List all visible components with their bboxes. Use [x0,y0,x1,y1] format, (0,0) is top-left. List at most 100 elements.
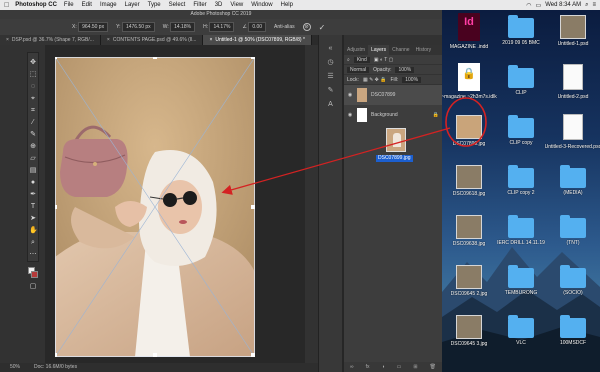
menu-file[interactable]: File [64,2,74,8]
canvas-photo[interactable] [55,57,255,357]
menu-image[interactable]: Image [100,2,117,8]
dodge-tool-icon[interactable]: ● [29,179,37,187]
menu-window[interactable]: Window [251,2,272,8]
app-menu[interactable]: Photoshop CC [15,2,57,8]
link-layers-icon[interactable]: ∞ [350,364,354,370]
quick-select-tool-icon[interactable]: ⌖ [29,95,37,103]
delete-layer-icon[interactable]: 🗑 [430,364,436,370]
x-field[interactable]: X: 964.50 px [72,22,109,32]
screen-mode-icon[interactable]: ▢ [29,283,37,291]
eraser-tool-icon[interactable]: ▱ [29,155,37,163]
panel-tab-history[interactable]: History [413,45,435,55]
pen-tool-icon[interactable]: ✒ [29,191,37,199]
menu-select[interactable]: Select [169,2,186,8]
apple-menu-icon[interactable]:  [4,2,9,9]
path-select-tool-icon[interactable]: ➤ [29,215,37,223]
layer-row-background[interactable]: ◉ Background 🔒 [344,105,442,125]
desktop-icon[interactable]: (MEDIA) [546,162,600,212]
wifi-icon[interactable]: ◠ [526,2,531,9]
cancel-transform-icon[interactable]: ⊘ [302,23,311,31]
desktop-icon[interactable]: Id MAGAZINE .indd [442,12,496,62]
battery-icon[interactable]: ▭ [536,2,542,9]
desktop-icon[interactable]: 100MSDCF [546,312,600,362]
desktop-icon[interactable]: (TNT) [546,212,600,262]
antialias-checkbox[interactable]: Anti-alias [274,24,295,30]
layer-row-dsc07899[interactable]: ◉ DSC07899 [344,85,442,105]
desktop-icon[interactable]: DSC09645 2.jpg [442,262,496,312]
menu-help[interactable]: Help [281,2,293,8]
collapse-panels-icon[interactable]: « [327,45,335,53]
desktop-icon[interactable]: Untitled-2.psd [546,62,600,112]
desktop-icon[interactable]: DSC07899.jpg [442,112,496,162]
panel-tab-layers[interactable]: Layers [368,45,390,55]
document-tab[interactable]: × Untitled-1 @ 50% (DSC07899, RGB/8) * [203,35,312,45]
lock-icons[interactable]: ▦ ✎ ✥ 🔒 [363,77,387,83]
lasso-tool-icon[interactable]: ◌ [29,83,37,91]
move-tool-icon[interactable]: ✥ [29,59,37,67]
properties-panel-icon[interactable]: ☰ [327,73,335,81]
filter-kind-select[interactable]: Kind [353,56,370,63]
background-color[interactable] [31,271,38,278]
desktop-icon[interactable]: DSC09645 3.jpg [442,312,496,362]
close-tab-icon[interactable]: × [209,37,212,43]
crop-tool-icon[interactable]: ⌗ [29,107,37,115]
close-tab-icon[interactable]: × [107,37,110,43]
brush-panel-icon[interactable]: ✎ [327,87,335,95]
marquee-tool-icon[interactable]: ⬚ [29,71,37,79]
type-tool-icon[interactable]: T [29,203,37,211]
clone-tool-icon[interactable]: ⊕ [29,143,37,151]
notification-center-icon[interactable]: ≡ [592,2,596,8]
fx-icon[interactable]: fx [366,364,370,370]
more-tools-icon[interactable]: ⋯ [29,251,37,259]
commit-transform-icon[interactable]: ✓ [319,23,326,32]
desktop-icon[interactable]: CLIP copy [494,112,548,162]
desktop-icon[interactable]: 🔒 ~magazine ~2h3m7s.idlk [442,62,497,112]
menu-edit[interactable]: Edit [82,2,92,8]
menu-3d[interactable]: 3D [215,2,223,8]
canvas-area[interactable] [45,45,305,363]
opacity-field[interactable]: 100% [395,66,415,73]
desktop-icon[interactable]: IERC DRILL 14.11.19 [494,212,548,262]
height-field[interactable]: H: 14.17% [203,22,235,32]
history-panel-icon[interactable]: ◷ [327,59,335,67]
clock[interactable]: Wed 8:34 AM [545,2,581,8]
eyedropper-tool-icon[interactable]: ⁄ [29,119,37,127]
brush-tool-icon[interactable]: ✎ [29,131,37,139]
doc-size[interactable]: Doc: 16.6M/0 bytes [34,363,77,372]
zoom-level[interactable]: 50% [10,363,20,372]
desktop-icon[interactable]: Untitled-1.psd [546,12,600,62]
y-field[interactable]: Y: 1476.50 px [116,22,155,32]
desktop-icon[interactable]: VLC [494,312,548,362]
hand-tool-icon[interactable]: ✋ [29,227,38,235]
zoom-tool-icon[interactable]: ⌕ [29,239,37,247]
menu-type[interactable]: Type [148,2,161,8]
desktop-icon[interactable]: DSC09638.jpg [442,212,496,262]
search-icon[interactable]: ⌕ [585,2,588,9]
document-tab[interactable]: × CONTENTS PAGE.psd @ 49.6% (Il... [100,35,204,45]
document-tab[interactable]: × DSP.psd @ 36.7% (Shape 7, RGB/... [0,35,101,45]
desktop-icon[interactable]: (SOCIO) [546,262,600,312]
desktop-icon[interactable]: CLIP copy 2 [494,162,548,212]
new-group-icon[interactable]: ▭ [397,364,402,370]
desktop-icon[interactable]: 2019 09 05 BMC [494,12,548,62]
menu-layer[interactable]: Layer [125,2,140,8]
add-mask-icon[interactable]: ◑ [382,364,385,370]
width-field[interactable]: W: 14.18% [163,22,196,32]
eye-icon[interactable]: ◉ [347,112,353,118]
desktop-icon[interactable]: CLIP [494,62,548,112]
close-tab-icon[interactable]: × [6,37,9,43]
menu-filter[interactable]: Filter [193,2,206,8]
blend-mode-select[interactable]: Normal [347,66,370,73]
panel-tab-channe[interactable]: Channe [389,45,413,55]
desktop-icon[interactable]: Untitled-3-Recovered.psd [545,112,600,162]
desktop-icon[interactable]: TEMBURONG [494,262,548,312]
panel-tab-adjustm[interactable]: Adjustm [344,45,368,55]
gradient-tool-icon[interactable]: ▤ [29,167,37,175]
angle-field[interactable]: ∠ 0.00 [242,22,267,32]
new-layer-icon[interactable]: ⊞ [413,364,417,370]
menu-view[interactable]: View [230,2,243,8]
fill-field[interactable]: 100% [402,76,422,83]
desktop-icon[interactable]: DSC09618.jpg [442,162,496,212]
character-panel-icon[interactable]: A [327,101,335,109]
filter-type-icons[interactable]: ▣ ◐ T ▢ [374,57,394,63]
